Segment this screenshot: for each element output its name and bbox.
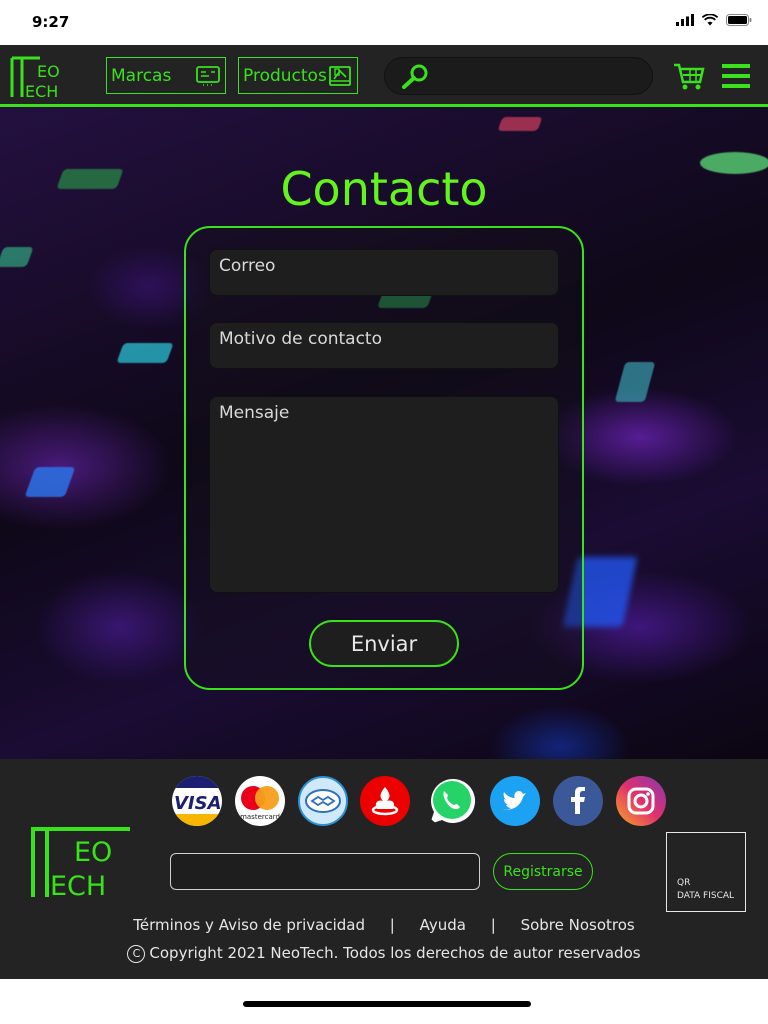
- wifi-icon: [702, 14, 718, 26]
- hamburger-menu-icon[interactable]: [722, 64, 750, 88]
- copyright-text: Copyright 2021 NeoTech. Todos los derech…: [149, 944, 641, 962]
- help-link[interactable]: Ayuda: [420, 916, 466, 934]
- brands-button[interactable]: Marcas: [106, 57, 226, 94]
- search-bar[interactable]: [384, 57, 653, 95]
- cart-icon[interactable]: [672, 60, 706, 92]
- neotech-logo[interactable]: EO ECH: [10, 53, 74, 103]
- brands-label: Marcas: [111, 65, 172, 86]
- qr-label: QR: [677, 878, 691, 888]
- signal-icon: [676, 14, 694, 26]
- message-textarea[interactable]: Mensaje: [209, 396, 559, 593]
- products-icon: [329, 65, 351, 86]
- facebook-icon[interactable]: [553, 776, 603, 826]
- message-placeholder: Mensaje: [219, 403, 290, 423]
- home-indicator: [243, 1001, 531, 1007]
- search-icon[interactable]: [399, 62, 433, 90]
- status-time: 9:27: [32, 13, 70, 31]
- reason-field[interactable]: Motivo de contacto: [209, 322, 559, 369]
- instagram-icon[interactable]: [616, 776, 666, 826]
- email-placeholder: Correo: [219, 256, 276, 276]
- products-label: Productos: [243, 65, 327, 86]
- terms-link[interactable]: Términos y Aviso de privacidad: [133, 916, 365, 934]
- qr-fiscal-box[interactable]: QR DATA FISCAL: [666, 832, 746, 912]
- svg-text:EO: EO: [37, 62, 60, 81]
- santander-icon[interactable]: [360, 776, 410, 826]
- page-title: Contacto: [280, 162, 488, 216]
- footer-links: Términos y Aviso de privacidad | Ayuda |…: [0, 916, 768, 934]
- svg-text:ECH: ECH: [25, 82, 58, 99]
- register-button[interactable]: Registrarse: [493, 853, 593, 890]
- whatsapp-icon[interactable]: [424, 774, 480, 828]
- twitter-icon[interactable]: [490, 776, 540, 826]
- copyright: C Copyright 2021 NeoTech. Todos los derec…: [0, 944, 768, 963]
- reason-placeholder: Motivo de contacto: [219, 329, 382, 349]
- visa-icon[interactable]: VISA: [172, 776, 222, 826]
- svg-text:ECH: ECH: [50, 871, 106, 899]
- battery-icon: [726, 14, 752, 26]
- svg-text:EO: EO: [74, 837, 112, 868]
- mercadopago-icon[interactable]: [298, 776, 348, 826]
- copyright-icon: C: [127, 945, 146, 963]
- mastercard-icon[interactable]: mastercard: [235, 776, 285, 826]
- newsletter-email-input[interactable]: [170, 853, 480, 890]
- send-button[interactable]: Enviar: [309, 620, 459, 667]
- status-bar: 9:27: [0, 0, 768, 45]
- svg-text:VISA: VISA: [174, 793, 222, 814]
- svg-text:mastercard: mastercard: [240, 813, 280, 821]
- products-button[interactable]: Productos: [238, 57, 358, 94]
- footer-logo: EO ECH: [30, 825, 135, 903]
- email-field[interactable]: Correo: [209, 249, 559, 296]
- about-link[interactable]: Sobre Nosotros: [521, 916, 635, 934]
- separator: |: [490, 916, 496, 934]
- qr-fiscal-label: DATA FISCAL: [677, 891, 735, 901]
- separator: |: [389, 916, 395, 934]
- brands-icon: [196, 65, 220, 86]
- status-icons: [676, 14, 752, 26]
